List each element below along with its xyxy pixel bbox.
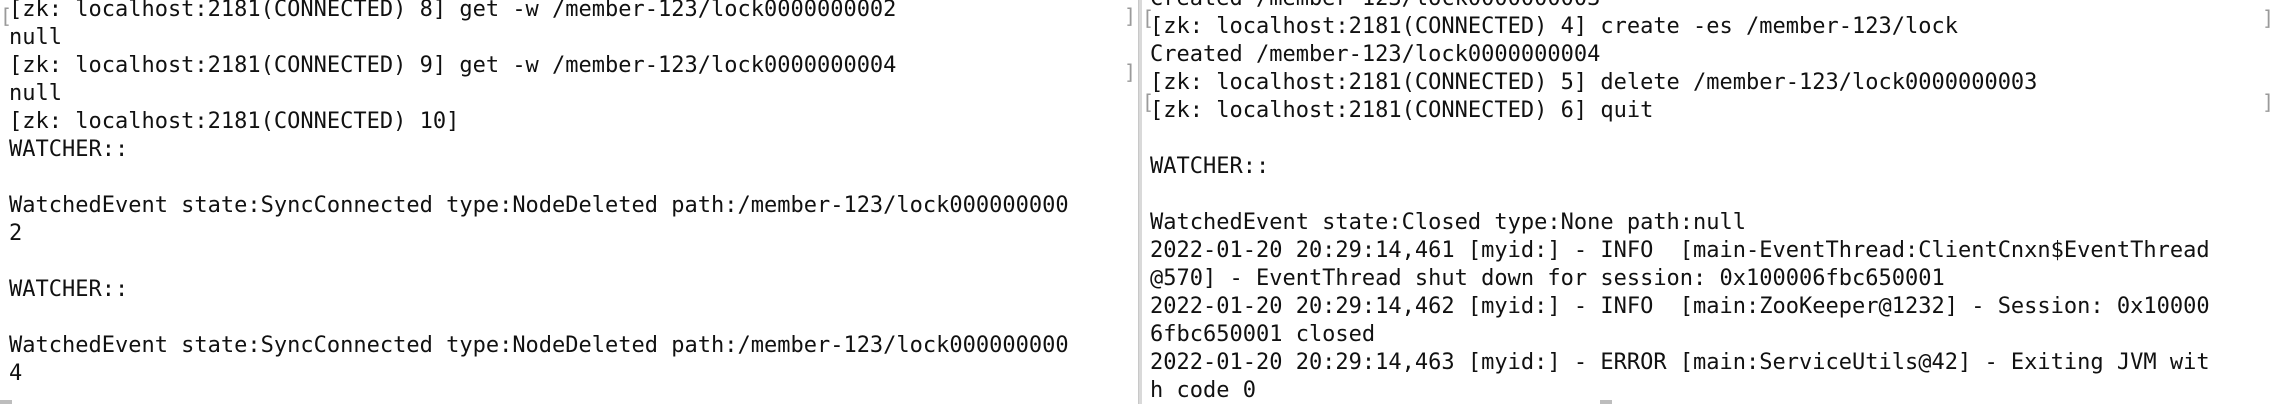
- terminal-line: 2022-01-20 20:29:14,462 [myid:] - INFO […: [1150, 294, 2210, 319]
- terminal-line: [zk: localhost:2181(CONNECTED) 8] get -w…: [9, 0, 897, 22]
- terminal-line: Created /member-123/lock0000000004: [1150, 42, 1601, 67]
- terminal-line: 2022-01-20 20:29:14,463 [myid:] - ERROR …: [1150, 350, 2210, 375]
- terminal-split-view: [ [zk: localhost:2181(CONNECTED) 8] get …: [0, 0, 2276, 404]
- terminal-line: Created /member-123/lock0000000003: [1150, 0, 2210, 13]
- terminal-line: WatchedEvent state:Closed type:None path…: [1150, 210, 1747, 235]
- terminal-line: [zk: localhost:2181(CONNECTED) 6] quit: [1150, 98, 1654, 123]
- terminal-line: @570] - EventThread shut down for sessio…: [1150, 266, 1945, 291]
- terminal-output: [zk: localhost:2181(CONNECTED) 8] get -w…: [9, 0, 1069, 388]
- terminal-line: null: [9, 81, 62, 106]
- terminal-line: [zk: localhost:2181(CONNECTED) 5] delete…: [1150, 70, 2038, 95]
- terminal-line: [zk: localhost:2181(CONNECTED) 9] get -w…: [9, 53, 897, 78]
- pane-marker: ]: [1124, 4, 1137, 28]
- left-terminal-pane[interactable]: [ [zk: localhost:2181(CONNECTED) 8] get …: [0, 0, 1138, 404]
- terminal-line: WatchedEvent state:SyncConnected type:No…: [9, 193, 1069, 218]
- right-terminal-pane[interactable]: [ [ Created /member-123/lock0000000003 […: [1142, 0, 2276, 404]
- terminal-output: Created /member-123/lock0000000003 [zk: …: [1150, 0, 2210, 404]
- pane-marker: ]: [1124, 60, 1137, 84]
- terminal-line: h code 0: [1150, 378, 1256, 403]
- terminal-line: WATCHER::: [9, 137, 129, 162]
- terminal-line: WatchedEvent state:SyncConnected type:No…: [9, 333, 1069, 358]
- terminal-line: WATCHER::: [1150, 154, 1270, 179]
- terminal-line: 4: [9, 361, 23, 386]
- scroll-indicator[interactable]: [1600, 400, 1612, 404]
- scroll-indicator[interactable]: [0, 400, 12, 404]
- pane-marker: ]: [2262, 6, 2275, 30]
- terminal-line: WATCHER::: [9, 277, 129, 302]
- terminal-line: 2: [9, 221, 23, 246]
- terminal-line: [zk: localhost:2181(CONNECTED) 4] create…: [1150, 14, 1958, 39]
- terminal-line: 6fbc650001 closed: [1150, 322, 1376, 347]
- pane-marker: ]: [2262, 90, 2275, 114]
- terminal-line: 2022-01-20 20:29:14,461 [myid:] - INFO […: [1150, 238, 2210, 263]
- terminal-line: null: [9, 25, 62, 50]
- terminal-line: [zk: localhost:2181(CONNECTED) 10]: [9, 109, 460, 134]
